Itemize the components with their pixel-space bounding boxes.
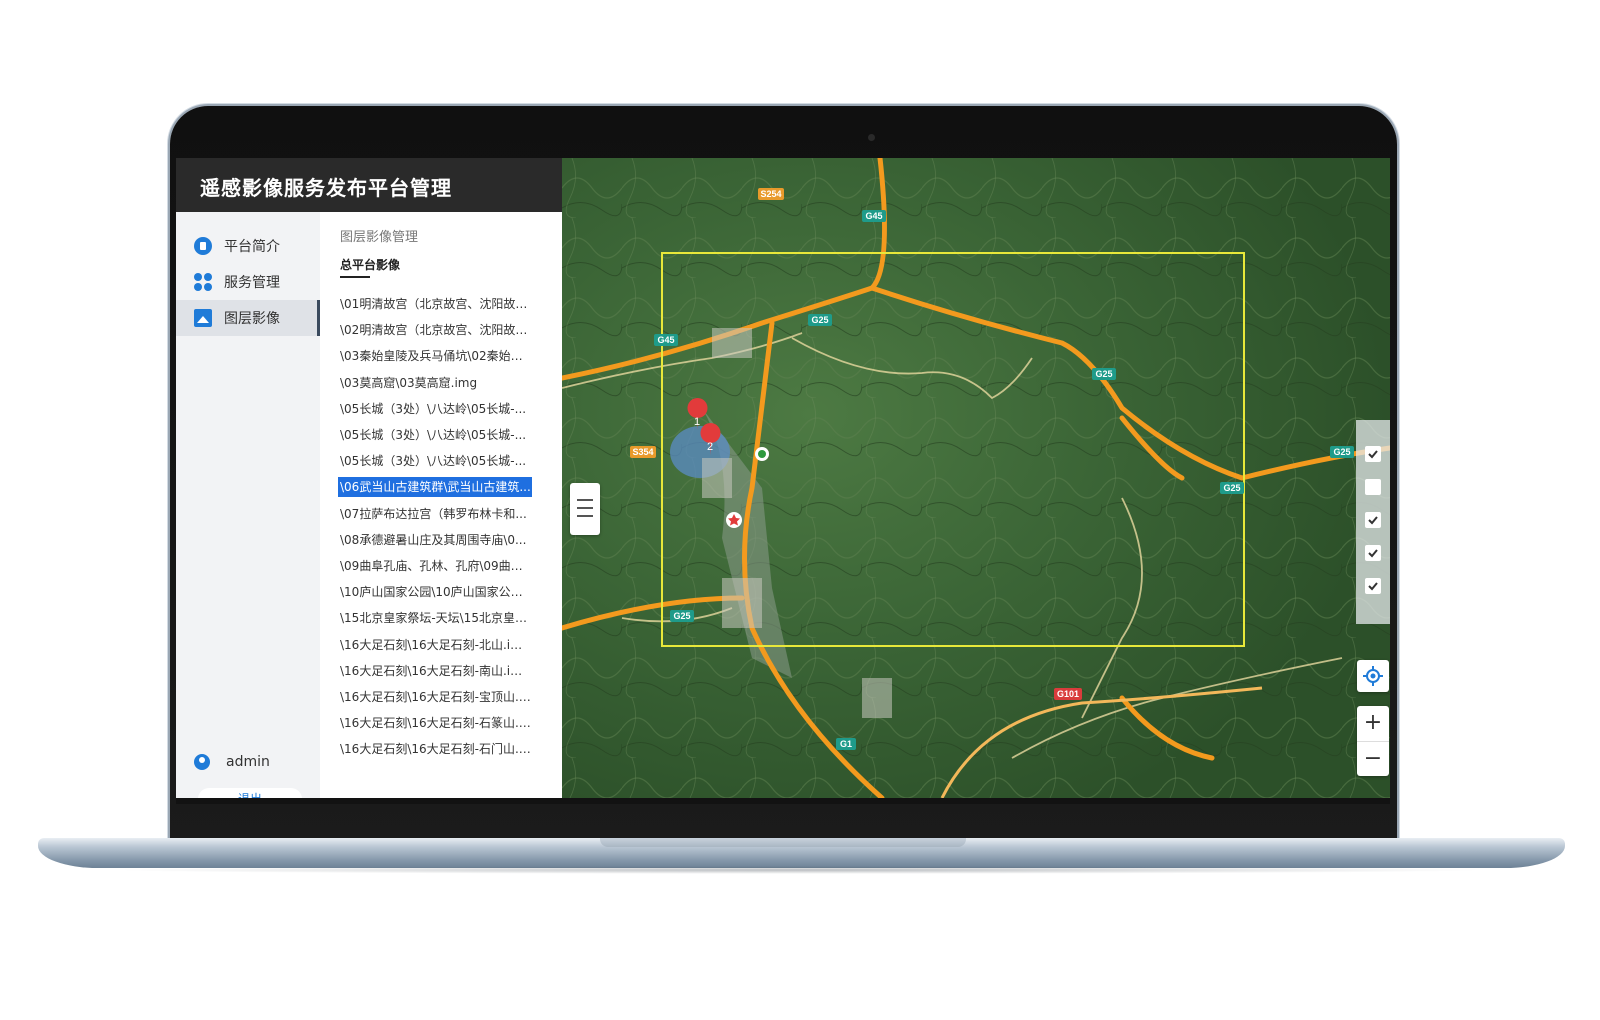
marker-label: 1 (694, 416, 700, 428)
sidebar-item-layers[interactable]: 图层影像 (176, 300, 320, 336)
list-item[interactable]: \09曲阜孔庙、孔林、孔府\09曲阜... (338, 556, 532, 576)
road-shield-label: G45 (657, 335, 674, 345)
list-item[interactable]: \01明清故宫（北京故宫、沈阳故宫... (338, 294, 532, 314)
layer-checkbox-3[interactable] (1365, 512, 1381, 528)
user-info: admin (194, 754, 270, 770)
road-shield-label: S354 (632, 447, 653, 457)
list-item[interactable]: \16大足石刻\16大足石刻-南山.img... (338, 661, 532, 681)
sidebar-item-label: 图层影像 (224, 311, 280, 327)
list-item[interactable]: \05长城（3处）\八达岭\05长城-... (338, 399, 532, 419)
list-item[interactable]: \07拉萨布达拉宫（韩罗布林卡和... (338, 504, 532, 524)
list-item[interactable]: \15北京皇家祭坛-天坛\15北京皇家... (338, 608, 532, 628)
logout-button[interactable]: 退出 (198, 788, 302, 798)
list-item[interactable]: \02明清故宫（北京故宫、沈阳故宫... (338, 320, 532, 340)
list-item[interactable]: \08承德避暑山庄及其周围寺庙\0... (338, 530, 532, 550)
check-icon (1368, 516, 1378, 525)
user-icon (194, 754, 210, 770)
locate-icon (1363, 666, 1383, 686)
services-icon (194, 273, 212, 291)
road-shield-label: G25 (1223, 483, 1240, 493)
list-item[interactable]: \06武当山古建筑群\武当山古建筑... (338, 477, 532, 498)
check-icon (1368, 450, 1378, 459)
road-shield-label: G25 (1333, 447, 1350, 457)
laptop-notch (600, 838, 966, 847)
list-item[interactable]: \03秦始皇陵及兵马俑坑\02秦始皇... (338, 346, 532, 366)
list-item[interactable]: \05长城（3处）\八达岭\05长城-... (338, 425, 532, 445)
sidebar-item-services[interactable]: 服务管理 (176, 264, 320, 300)
check-icon (1368, 582, 1378, 591)
list-item[interactable]: \05长城（3处）\八达岭\05长城-... (338, 451, 532, 471)
layer-checkbox-5[interactable] (1365, 578, 1381, 594)
list-item[interactable]: \16大足石刻\16大足石刻-宝顶山.i... (338, 687, 532, 707)
layer-checkbox-2[interactable] (1365, 479, 1381, 495)
sidebar-item-label: 服务管理 (224, 275, 280, 291)
info-icon (194, 237, 212, 255)
list-drawer-toggle[interactable] (570, 483, 600, 535)
road-shield-label: G101 (1057, 689, 1079, 699)
app-screen: 遥感影像服务发布平台管理 平台简介 服务管理 图层影像 admin 退出 图层影… (176, 158, 1390, 798)
layer-checkbox-1[interactable] (1365, 446, 1381, 462)
layer-checkbox-4[interactable] (1365, 545, 1381, 561)
sidebar-item-intro[interactable]: 平台简介 (176, 228, 320, 264)
list-item[interactable]: \16大足石刻\16大足石刻-石门山.i... (338, 739, 532, 759)
map-canvas[interactable]: S254 G45 G25 G45 G25 G25 S354 G25 G25 G1… (562, 158, 1390, 798)
list-item[interactable]: \16大足石刻\16大足石刻-石篆山.i... (338, 713, 532, 733)
road-shield-label: S254 (760, 189, 781, 199)
check-icon (1368, 549, 1378, 558)
road-shield-label: G25 (1095, 369, 1112, 379)
app-header: 遥感影像服务发布平台管理 (176, 158, 562, 212)
locate-button[interactable] (1357, 660, 1389, 692)
list-item[interactable]: \16大足石刻\16大足石刻-北山.img... (338, 635, 532, 655)
app-title: 遥感影像服务发布平台管理 (200, 176, 452, 200)
layer-list-panel: 图层影像管理 总平台影像 \01明清故宫（北京故宫、沈阳故宫... \02明清故宫… (320, 212, 562, 798)
laptop-shadow (110, 866, 1490, 874)
sidebar: 平台简介 服务管理 图层影像 admin 退出 (176, 212, 320, 798)
road-shield-label: G1 (840, 739, 852, 749)
marker-label: 2 (707, 441, 713, 453)
section-title: 图层影像管理 (340, 230, 419, 245)
tab-underline (340, 276, 370, 278)
camera-dot (868, 134, 875, 141)
list-item[interactable]: \03莫高窟\03莫高窟.img (338, 373, 532, 393)
tab-all-platform-images[interactable]: 总平台影像 (340, 256, 400, 273)
satellite-map[interactable]: S254 G45 G25 G45 G25 G25 S354 G25 G25 G1… (562, 158, 1390, 798)
road-shield-label: G25 (673, 611, 690, 621)
list-item[interactable]: \10庐山国家公园\10庐山国家公园... (338, 582, 532, 602)
image-icon (194, 309, 212, 327)
screen-bottom-bezel (176, 798, 1390, 804)
road-shield-label: G45 (865, 211, 882, 221)
layer-toggle-panel (1356, 420, 1390, 624)
sidebar-item-label: 平台简介 (224, 239, 280, 255)
road-shield-label: G25 (811, 315, 828, 325)
zoom-control: + − (1357, 706, 1389, 776)
username: admin (226, 754, 270, 770)
zoom-out-button[interactable]: − (1357, 741, 1389, 777)
zoom-in-button[interactable]: + (1357, 706, 1389, 741)
